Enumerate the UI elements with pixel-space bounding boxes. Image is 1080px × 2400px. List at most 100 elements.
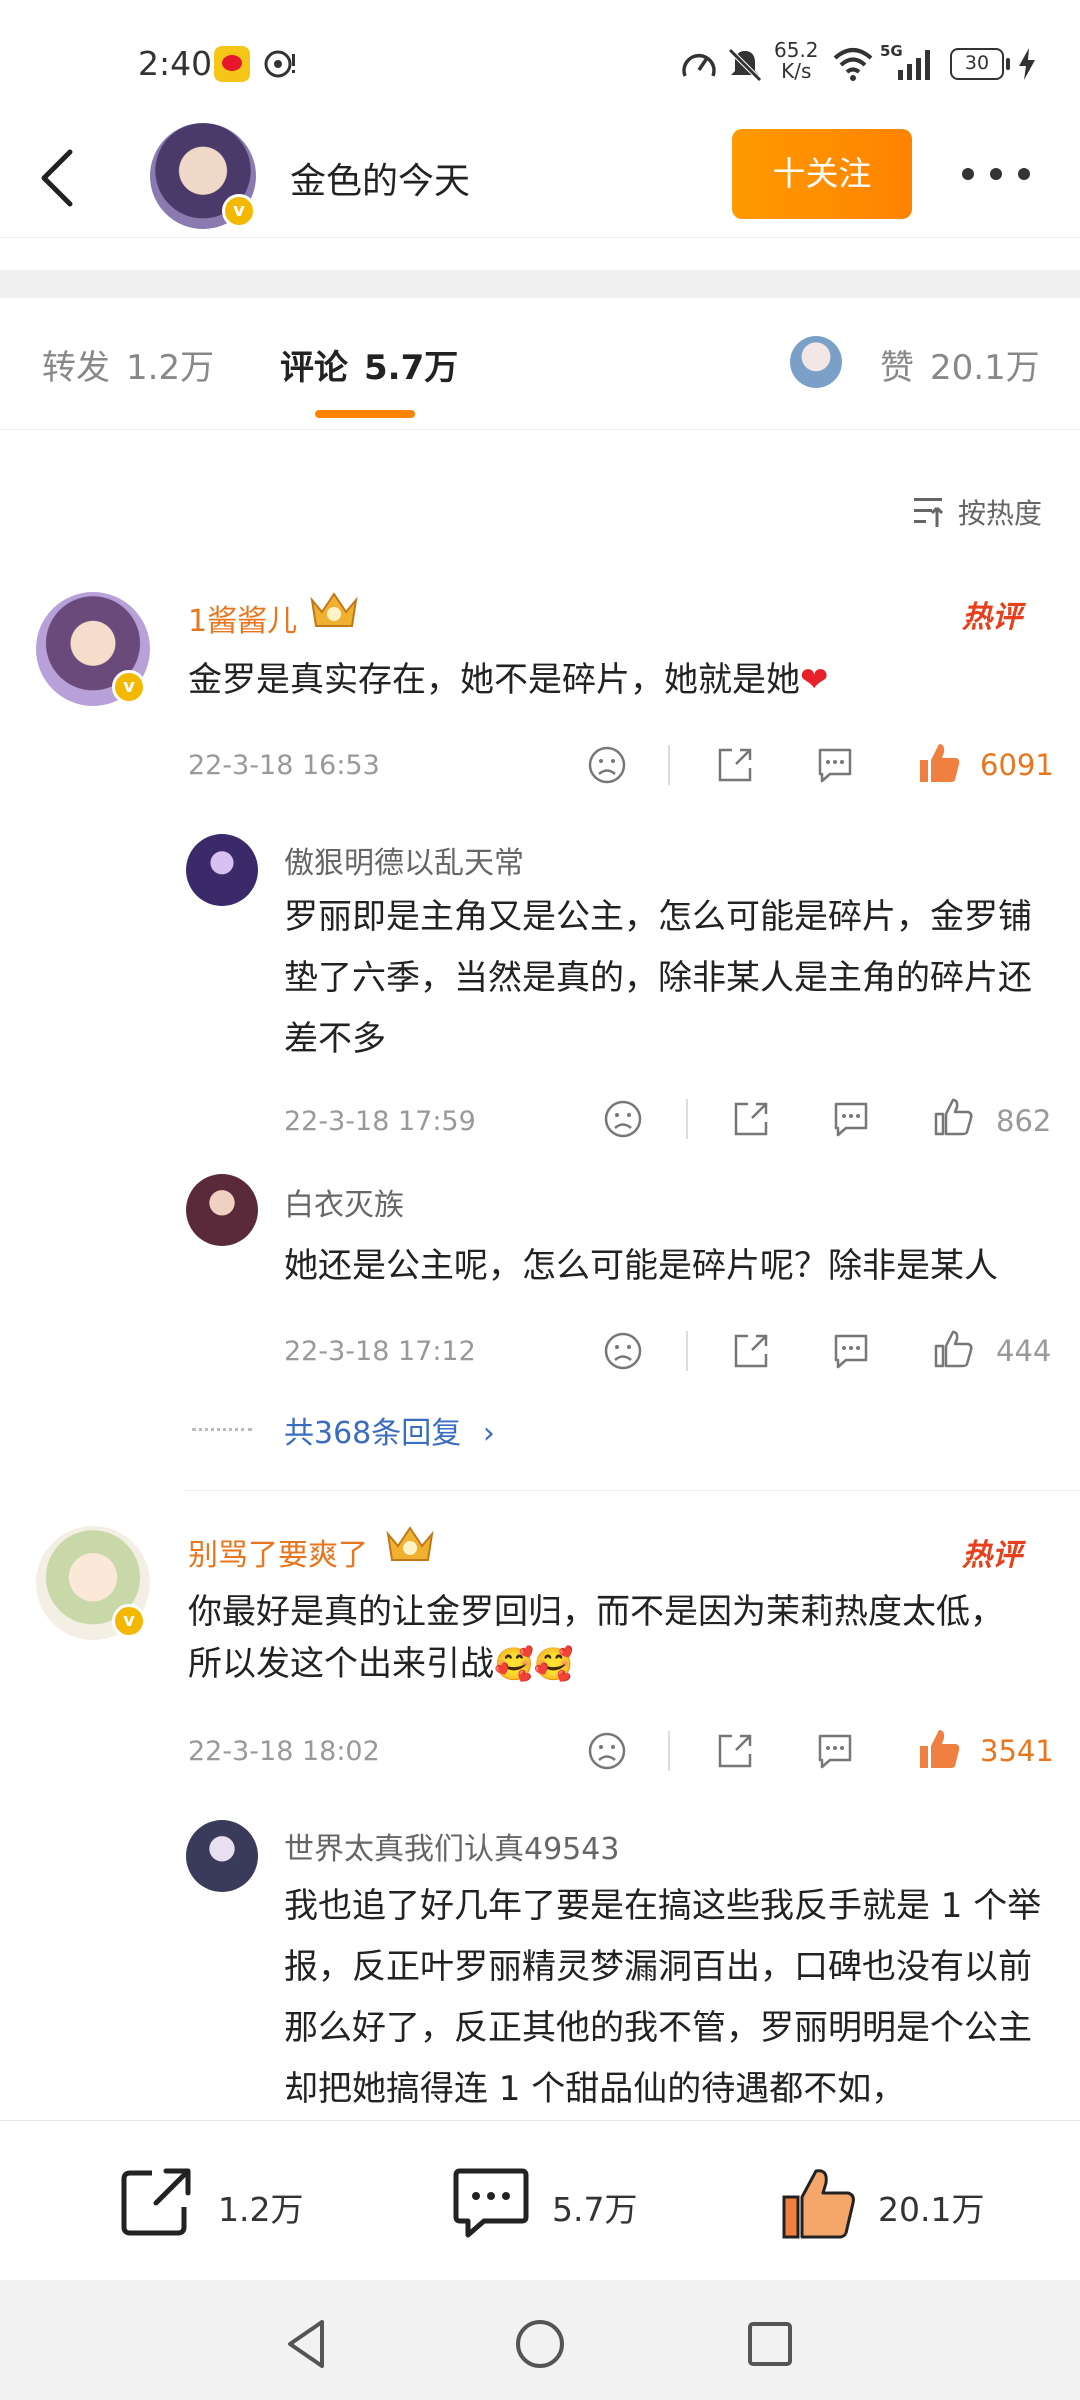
like-count: 862 bbox=[996, 1104, 1052, 1138]
weibo-notification-icon bbox=[214, 46, 250, 82]
like-count: 3541 bbox=[980, 1734, 1054, 1768]
more-options-icon[interactable] bbox=[962, 162, 1032, 186]
comment-icon bbox=[453, 2168, 529, 2238]
reply-icon[interactable] bbox=[814, 744, 856, 786]
sort-icon[interactable] bbox=[914, 494, 950, 528]
bottom-repost-button[interactable]: 1.2万 bbox=[118, 2163, 318, 2243]
reply-icon[interactable] bbox=[814, 1730, 856, 1772]
sync-status-icon bbox=[264, 50, 295, 78]
liker-avatar bbox=[790, 336, 842, 388]
action-separator bbox=[686, 1331, 688, 1371]
battery-level: 30 bbox=[964, 52, 990, 74]
action-separator bbox=[668, 745, 670, 785]
like-count: 6091 bbox=[980, 748, 1054, 782]
reply-text: 罗丽即是主角又是公主，怎么可能是碎片，金罗铺垫了六季，当然是真的，除非某人是主角… bbox=[284, 897, 1032, 1059]
dislike-icon[interactable] bbox=[602, 1330, 644, 1372]
reply-avatar[interactable] bbox=[186, 1174, 258, 1246]
heart-emoji-icon: ❤ bbox=[800, 660, 829, 700]
tab-likes-count: 20.1万 bbox=[930, 348, 1040, 388]
comment-time: 22-3-18 16:53 bbox=[188, 750, 380, 781]
post-tabs: 转发 1.2万 评论 5.7万 赞 20.1万 bbox=[0, 298, 1080, 430]
share-icon[interactable] bbox=[714, 744, 756, 786]
mute-icon bbox=[728, 48, 762, 82]
nav-back-icon[interactable] bbox=[284, 2318, 328, 2370]
tab-likes[interactable]: 赞 20.1万 bbox=[880, 340, 1040, 389]
verified-badge-icon: v bbox=[222, 194, 256, 228]
chevron-right-icon: › bbox=[482, 1416, 495, 1451]
active-tab-indicator bbox=[315, 410, 415, 418]
commenter-name[interactable]: 1酱酱儿 bbox=[188, 596, 297, 640]
comment-text: 你最好是真的让金罗回归，而不是因为茉莉热度太低，所以发这个出来引战🥰🥰 bbox=[188, 1586, 1008, 1690]
dislike-icon[interactable] bbox=[586, 1730, 628, 1772]
comment-text: 金罗是真实存在，她不是碎片，她就是她❤ bbox=[188, 654, 829, 706]
hot-comment-badge: 热评 bbox=[962, 1538, 1022, 1573]
like-active-icon[interactable] bbox=[916, 1726, 962, 1772]
action-separator bbox=[686, 1099, 688, 1139]
verified-badge-icon: v bbox=[112, 670, 146, 704]
cellular-signal-icon bbox=[898, 50, 930, 80]
dislike-icon[interactable] bbox=[602, 1098, 644, 1140]
action-separator bbox=[668, 1731, 670, 1771]
reply-avatar[interactable] bbox=[186, 834, 258, 906]
more-replies-link[interactable]: 共368条回复 › bbox=[284, 1408, 495, 1452]
grin-emoji-icon: 🥰🥰 bbox=[494, 1645, 574, 1683]
back-arrow-icon[interactable] bbox=[36, 146, 80, 210]
tab-comments[interactable]: 评论 5.7万 bbox=[280, 340, 458, 389]
crown-badge-icon bbox=[386, 1526, 434, 1561]
section-divider bbox=[0, 270, 1080, 298]
more-replies-dots bbox=[192, 1428, 252, 1431]
nav-recents-icon[interactable] bbox=[746, 2320, 794, 2368]
tab-comments-count: 5.7万 bbox=[364, 348, 459, 388]
author-name[interactable]: 金色的今天 bbox=[290, 152, 470, 204]
battery-indicator: 30 bbox=[950, 48, 1010, 80]
commenter-name[interactable]: 别骂了要爽了 bbox=[188, 1530, 368, 1574]
reply-icon[interactable] bbox=[830, 1330, 872, 1372]
like-icon[interactable] bbox=[932, 1096, 974, 1138]
reply-author-name[interactable]: 傲狠明德以乱天常 bbox=[284, 838, 524, 882]
wifi-icon bbox=[833, 48, 873, 81]
reply-text: 她还是公主呢，怎么可能是碎片呢？除非是某人 bbox=[284, 1246, 998, 1286]
tab-repost[interactable]: 转发 1.2万 bbox=[42, 340, 214, 389]
status-bar: 2:40 65.2 K/s 5G 30 bbox=[0, 0, 1080, 130]
crown-badge-icon bbox=[310, 592, 358, 627]
bottom-comment-count: 5.7万 bbox=[552, 2190, 638, 2229]
like-active-icon[interactable] bbox=[916, 740, 962, 786]
reply-text: 我也追了好几年了要是在搞这些我反手就是 1 个举报，反正叶罗丽精灵梦漏洞百出，口… bbox=[284, 1886, 1042, 2109]
network-speed-unit: K/s bbox=[781, 59, 812, 83]
nav-home-icon[interactable] bbox=[514, 2318, 566, 2370]
speed-meter-icon bbox=[682, 53, 716, 77]
share-icon[interactable] bbox=[730, 1098, 772, 1140]
share-icon bbox=[121, 2168, 191, 2236]
reply-icon[interactable] bbox=[830, 1098, 872, 1140]
share-icon[interactable] bbox=[714, 1730, 756, 1772]
comment-time: 22-3-18 18:02 bbox=[188, 1736, 380, 1767]
like-count: 444 bbox=[996, 1334, 1052, 1368]
like-active-icon bbox=[782, 2169, 855, 2239]
follow-button[interactable]: 十关注 bbox=[732, 129, 912, 219]
comment-text-content: 你最好是真的让金罗回归，而不是因为茉莉热度太低，所以发这个出来引战 bbox=[188, 1592, 1004, 1684]
like-icon[interactable] bbox=[932, 1328, 974, 1370]
bottom-comment-button[interactable]: 5.7万 bbox=[452, 2163, 652, 2243]
reply-time: 22-3-18 17:12 bbox=[284, 1336, 476, 1367]
sort-by-hot[interactable]: 按热度 bbox=[958, 492, 1042, 532]
dislike-icon[interactable] bbox=[586, 744, 628, 786]
network-speed: 65.2 K/s bbox=[774, 40, 819, 82]
bottom-like-count: 20.1万 bbox=[878, 2190, 985, 2229]
share-icon[interactable] bbox=[730, 1330, 772, 1372]
tab-comments-label: 评论 bbox=[280, 348, 348, 388]
hot-comment-badge: 热评 bbox=[962, 600, 1022, 635]
reply-author-name[interactable]: 白衣灭族 bbox=[284, 1180, 404, 1224]
more-replies-label: 共368条回复 bbox=[284, 1416, 462, 1451]
bottom-action-bar: 1.2万 5.7万 20.1万 bbox=[0, 2120, 1080, 2280]
tab-likes-label: 赞 bbox=[880, 348, 914, 388]
system-navigation-bar bbox=[0, 2280, 1080, 2400]
bottom-repost-count: 1.2万 bbox=[218, 2190, 304, 2229]
network-speed-value: 65.2 bbox=[774, 38, 819, 62]
profile-header: v 金色的今天 十关注 bbox=[0, 118, 1080, 238]
reply-avatar[interactable] bbox=[186, 1820, 258, 1892]
status-time: 2:40 bbox=[138, 44, 213, 83]
comment-divider bbox=[184, 1490, 1080, 1491]
reply-time: 22-3-18 17:59 bbox=[284, 1106, 476, 1137]
reply-author-name[interactable]: 世界太真我们认真49543 bbox=[284, 1824, 619, 1868]
bottom-like-button[interactable]: 20.1万 bbox=[778, 2163, 984, 2243]
